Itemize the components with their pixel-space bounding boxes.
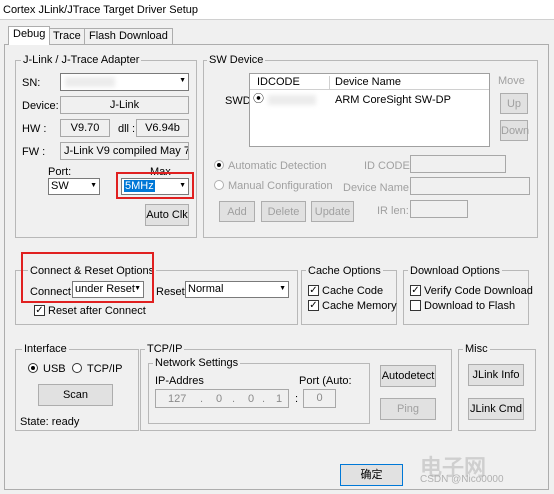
misc-group-label: Misc [463,343,490,355]
download-options-group [403,270,529,325]
port-auto-label: Port (Auto: [299,375,352,387]
sn-value-redacted [65,77,115,87]
cache-memory-checkbox[interactable]: ✓ [308,300,319,311]
dll-label: dll : [118,123,136,135]
tcpip-radio[interactable] [72,363,82,373]
reset-mode-select[interactable]: Normal ▼ [185,281,289,298]
auto-detection-label: Automatic Detection [228,160,327,172]
ok-button[interactable]: 确定 [340,464,403,486]
cache-code-checkbox[interactable]: ✓ [308,285,319,296]
cache-options-group-label: Cache Options [306,265,383,277]
dll-field: V6.94b [136,119,189,137]
add-button[interactable]: Add [219,201,255,222]
ip-octet-2: 0 [216,393,223,405]
cache-memory-label: Cache Memory [322,300,397,312]
port-label: Port: [48,166,72,178]
idcode-redacted [268,95,316,105]
download-to-flash-checkbox[interactable] [410,300,421,311]
jlink-adapter-group-label: J-Link / J-Trace Adapter [21,54,142,66]
manual-config-radio[interactable] [214,180,224,190]
fw-field: J-Link V9 compiled May 7 2 [60,142,189,160]
tab-debug-label: Debug [13,28,46,40]
scan-button[interactable]: Scan [38,384,113,406]
tab-trace-label: Trace [53,30,81,42]
ip-address-label: IP-Addres [155,375,204,387]
port-select[interactable]: SW ▼ [48,178,100,195]
annotation-highlight-connect [21,252,154,303]
ip-address-input[interactable]: 127 . 0 . 0 . 1 [155,389,289,408]
idcode-field-label: ID CODE: [364,160,413,172]
tcp-port-input[interactable]: 0 [303,389,336,408]
ip-dot: . [232,393,236,405]
sw-device-group-label: SW Device [207,54,266,66]
tcpip-label: TCP/IP [87,363,123,375]
verify-download-label: Verify Code Download [424,285,533,297]
col-device-name[interactable]: Device Name [335,76,401,88]
interface-group-label: Interface [22,343,69,355]
ir-len-input[interactable] [410,200,468,218]
reset-mode-value: Normal [188,283,224,295]
hw-label: HW : [22,123,47,135]
ip-dot: . [200,393,204,405]
sn-select[interactable]: ▼ [60,73,189,91]
auto-clk-button[interactable]: Auto Clk [145,204,189,226]
window-title: Cortex JLink/JTrace Target Driver Setup [0,0,554,20]
ip-dot: . [262,393,266,405]
ir-len-label: IR len: [377,205,409,217]
move-up-button[interactable]: Up [500,93,528,114]
ping-button[interactable]: Ping [380,398,436,420]
watermark-credit: CSDN @Nico0000 [420,474,504,485]
ip-octet-4: 1 [276,393,283,405]
tab-flash-download[interactable]: Flash Download [84,28,173,45]
ip-octet-1: 127 [168,393,187,405]
jlink-cmd-button[interactable]: JLink Cmd [468,398,524,420]
usb-label: USB [43,363,66,375]
cache-options-group [301,270,397,325]
move-label: Move [498,75,525,87]
download-options-group-label: Download Options [408,265,502,277]
reset-after-connect-label: Reset after Connect [48,305,146,317]
move-down-button[interactable]: Down [500,120,529,141]
sw-device-list[interactable]: IDCODE Device Name ⦿ ARM CoreSight SW-DP [249,73,490,147]
autodetect-button[interactable]: Autodetect [380,365,436,387]
delete-button[interactable]: Delete [261,201,306,222]
col-idcode[interactable]: IDCODE [254,76,330,90]
usb-radio[interactable] [28,363,38,373]
reset-after-connect-checkbox[interactable]: ✓ [34,305,45,316]
device-name-cell: ARM CoreSight SW-DP [335,94,451,106]
table-row[interactable]: ⦿ ARM CoreSight SW-DP [250,92,489,108]
tab-debug[interactable]: Debug [8,26,51,45]
device-name-input[interactable] [410,177,530,195]
download-to-flash-label: Download to Flash [424,300,516,312]
interface-state: State: ready [20,416,80,428]
device-label: Device: [22,100,59,112]
tab-trace[interactable]: Trace [48,28,86,45]
list-header: IDCODE Device Name [250,74,489,90]
cache-code-label: Cache Code [322,285,384,297]
jlink-info-button[interactable]: JLink Info [468,364,524,386]
manual-config-label: Manual Configuration [228,180,333,192]
chevron-down-icon: ▼ [179,77,186,84]
chevron-down-icon: ▼ [90,182,97,189]
port-value: SW [51,180,69,192]
update-button[interactable]: Update [311,201,354,222]
reset-label: Reset: [156,286,188,298]
auto-detection-radio[interactable] [214,160,224,170]
verify-download-checkbox[interactable]: ✓ [410,285,421,296]
annotation-highlight-max [116,172,194,199]
chevron-down-icon: ▼ [279,285,286,292]
tab-flash-download-label: Flash Download [89,30,168,42]
ip-octet-3: 0 [248,393,255,405]
device-name-field-label: Device Name: [343,182,413,194]
network-settings-label: Network Settings [153,357,241,369]
device-field: J-Link [60,96,189,114]
tcpip-group-label: TCP/IP [145,343,185,355]
idcode-input[interactable] [410,155,506,173]
fw-label: FW : [22,146,46,158]
sn-label: SN: [22,77,41,89]
colon-separator: : [295,393,299,405]
target-marker-icon: ⦿ [253,93,264,105]
hw-field: V9.70 [60,119,110,137]
